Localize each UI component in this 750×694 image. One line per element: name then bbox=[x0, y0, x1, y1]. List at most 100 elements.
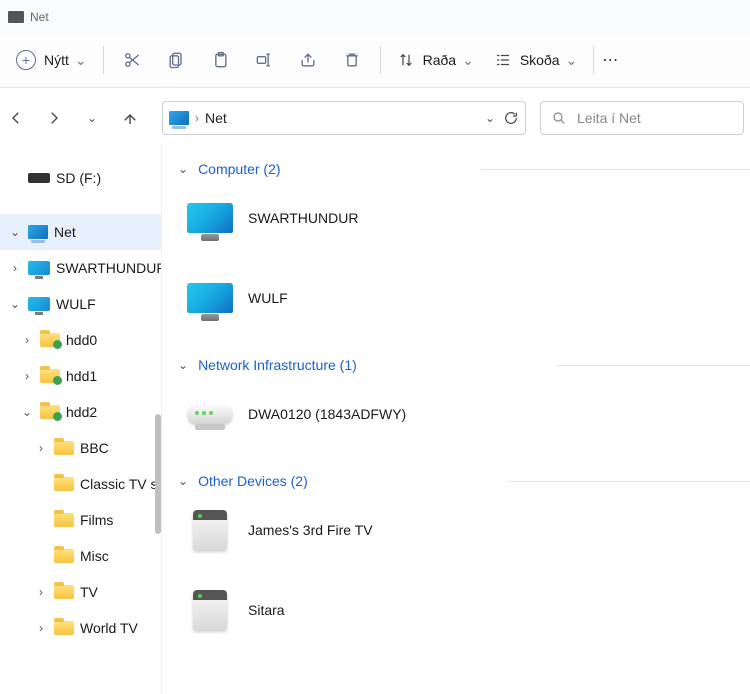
sidebar-item[interactable]: › TV bbox=[0, 574, 161, 610]
chevron-down-icon: ⌄ bbox=[178, 358, 188, 372]
share-button[interactable] bbox=[286, 40, 330, 80]
sd-card-icon bbox=[28, 173, 50, 183]
computer-icon bbox=[187, 203, 233, 233]
network-item[interactable]: James's 3rd Fire TV bbox=[182, 502, 462, 558]
view-button[interactable]: Skoða ⌄ bbox=[484, 40, 587, 80]
tree-toggle[interactable]: › bbox=[34, 585, 48, 599]
network-item[interactable]: WULF bbox=[182, 270, 462, 326]
folder-icon bbox=[54, 477, 74, 491]
sidebar-item[interactable]: ›Classic TV series bbox=[0, 466, 161, 502]
tree-toggle[interactable]: ⌄ bbox=[20, 405, 34, 419]
folder-icon bbox=[54, 513, 74, 527]
monitor-icon bbox=[28, 297, 50, 311]
window-icon bbox=[8, 11, 24, 23]
search-input[interactable]: Leita í Net bbox=[540, 101, 744, 135]
separator bbox=[593, 46, 594, 74]
plus-icon: + bbox=[16, 50, 36, 70]
group-title: Computer (2) bbox=[198, 161, 280, 177]
group-title: Other Devices (2) bbox=[198, 473, 308, 489]
folder-icon bbox=[54, 441, 74, 455]
sidebar-item-label: Classic TV series bbox=[80, 476, 161, 492]
group-title: Network Infrastructure (1) bbox=[198, 357, 357, 373]
sidebar-item-label: TV bbox=[80, 584, 98, 600]
network-item[interactable]: DWA0120 (1843ADFWY) bbox=[182, 386, 462, 442]
history-dropdown[interactable]: ⌄ bbox=[80, 106, 104, 130]
group: ⌄ Computer (2) SWARTHUNDUR WULF bbox=[166, 154, 750, 342]
forward-button[interactable] bbox=[42, 106, 66, 130]
back-button[interactable] bbox=[4, 106, 28, 130]
sidebar-item[interactable]: ⌄ WULF bbox=[0, 286, 161, 322]
sidebar-item[interactable]: ⌄ hdd2 bbox=[0, 394, 161, 430]
more-button[interactable]: ⋯ bbox=[600, 40, 620, 80]
up-button[interactable] bbox=[118, 106, 142, 130]
monitor-icon bbox=[28, 261, 50, 275]
group-items: James's 3rd Fire TV Sitara bbox=[166, 496, 750, 654]
sidebar-item[interactable]: ›Films bbox=[0, 502, 161, 538]
trash-icon bbox=[342, 50, 362, 70]
network-item[interactable]: Sitara bbox=[182, 582, 462, 638]
scrollbar-thumb[interactable] bbox=[155, 414, 161, 534]
view-icon bbox=[494, 51, 512, 69]
sidebar-item-label: BBC bbox=[80, 440, 109, 456]
paste-button[interactable] bbox=[198, 40, 242, 80]
new-button[interactable]: + Nýtt ⌄ bbox=[6, 40, 97, 80]
refresh-icon bbox=[503, 110, 519, 126]
network-icon bbox=[169, 111, 189, 125]
network-item[interactable]: SWARTHUNDUR bbox=[182, 190, 462, 246]
arrow-up-icon bbox=[121, 109, 139, 127]
tree-toggle[interactable]: › bbox=[34, 441, 48, 455]
device-icon bbox=[193, 590, 227, 630]
sidebar-item-label: Films bbox=[80, 512, 113, 528]
new-label: Nýtt bbox=[44, 52, 69, 68]
separator bbox=[103, 46, 104, 74]
sidebar-item[interactable]: ›hdd1 bbox=[0, 358, 161, 394]
tree-toggle[interactable]: › bbox=[8, 261, 22, 275]
address-bar[interactable]: › Net ⌄ bbox=[162, 101, 526, 135]
refresh-button[interactable] bbox=[503, 110, 519, 126]
sidebar-item[interactable]: ›SWARTHUNDUR bbox=[0, 250, 161, 286]
group: ⌄ Network Infrastructure (1) DWA0120 (1843… bbox=[166, 350, 750, 458]
separator bbox=[557, 365, 750, 366]
sidebar-item[interactable]: ›hdd0 bbox=[0, 322, 161, 358]
tree-toggle[interactable]: ⌄ bbox=[8, 225, 22, 239]
copy-button[interactable] bbox=[154, 40, 198, 80]
separator bbox=[481, 169, 750, 170]
shared-folder-icon bbox=[40, 405, 60, 419]
tree-toggle[interactable]: › bbox=[20, 369, 34, 383]
sidebar-item-label: Misc bbox=[80, 548, 109, 564]
router-icon bbox=[187, 404, 233, 424]
delete-button[interactable] bbox=[330, 40, 374, 80]
sidebar-item-label: WULF bbox=[56, 296, 96, 312]
group-items: SWARTHUNDUR WULF bbox=[166, 184, 750, 342]
group-items: DWA0120 (1843ADFWY) bbox=[166, 380, 750, 458]
group-header[interactable]: ⌄ Network Infrastructure (1) bbox=[166, 350, 357, 380]
cut-button[interactable] bbox=[110, 40, 154, 80]
group-header[interactable]: ⌄Other Devices (2) bbox=[166, 466, 308, 496]
chevron-down-icon[interactable]: ⌄ bbox=[485, 111, 495, 125]
chevron-down-icon: ⌄ bbox=[75, 52, 87, 69]
sidebar-item[interactable]: ›SD (F:) bbox=[0, 160, 161, 196]
rename-button[interactable] bbox=[242, 40, 286, 80]
tree-toggle[interactable]: ⌄ bbox=[8, 297, 22, 311]
group: ⌄Other Devices (2) James's 3rd Fire TV Sit… bbox=[166, 466, 750, 654]
sort-button[interactable]: Raða ⌄ bbox=[387, 40, 484, 80]
item-label: James's 3rd Fire TV bbox=[248, 522, 373, 538]
search-icon bbox=[551, 110, 567, 126]
sidebar-item-label: hdd2 bbox=[66, 404, 97, 420]
separator bbox=[380, 46, 381, 74]
tree-toggle[interactable]: › bbox=[20, 333, 34, 347]
item-label: DWA0120 (1843ADFWY) bbox=[248, 406, 406, 422]
search-placeholder: Leita í Net bbox=[577, 110, 641, 126]
sidebar-item[interactable]: ⌄Net bbox=[0, 214, 161, 250]
sidebar-item[interactable]: › World TV bbox=[0, 610, 161, 646]
sidebar-item-label: World TV bbox=[80, 620, 138, 636]
group-header[interactable]: ⌄ Computer (2) bbox=[166, 154, 281, 184]
chevron-down-icon: ⌄ bbox=[178, 162, 188, 176]
title-bar: Net bbox=[0, 0, 750, 33]
arrow-left-icon bbox=[7, 109, 25, 127]
scissors-icon bbox=[122, 50, 142, 70]
toolbar: + Nýtt ⌄ Ra bbox=[0, 33, 750, 88]
sidebar-item[interactable]: ›Misc bbox=[0, 538, 161, 574]
tree-toggle[interactable]: › bbox=[34, 621, 48, 635]
sidebar-item[interactable]: › BBC bbox=[0, 430, 161, 466]
